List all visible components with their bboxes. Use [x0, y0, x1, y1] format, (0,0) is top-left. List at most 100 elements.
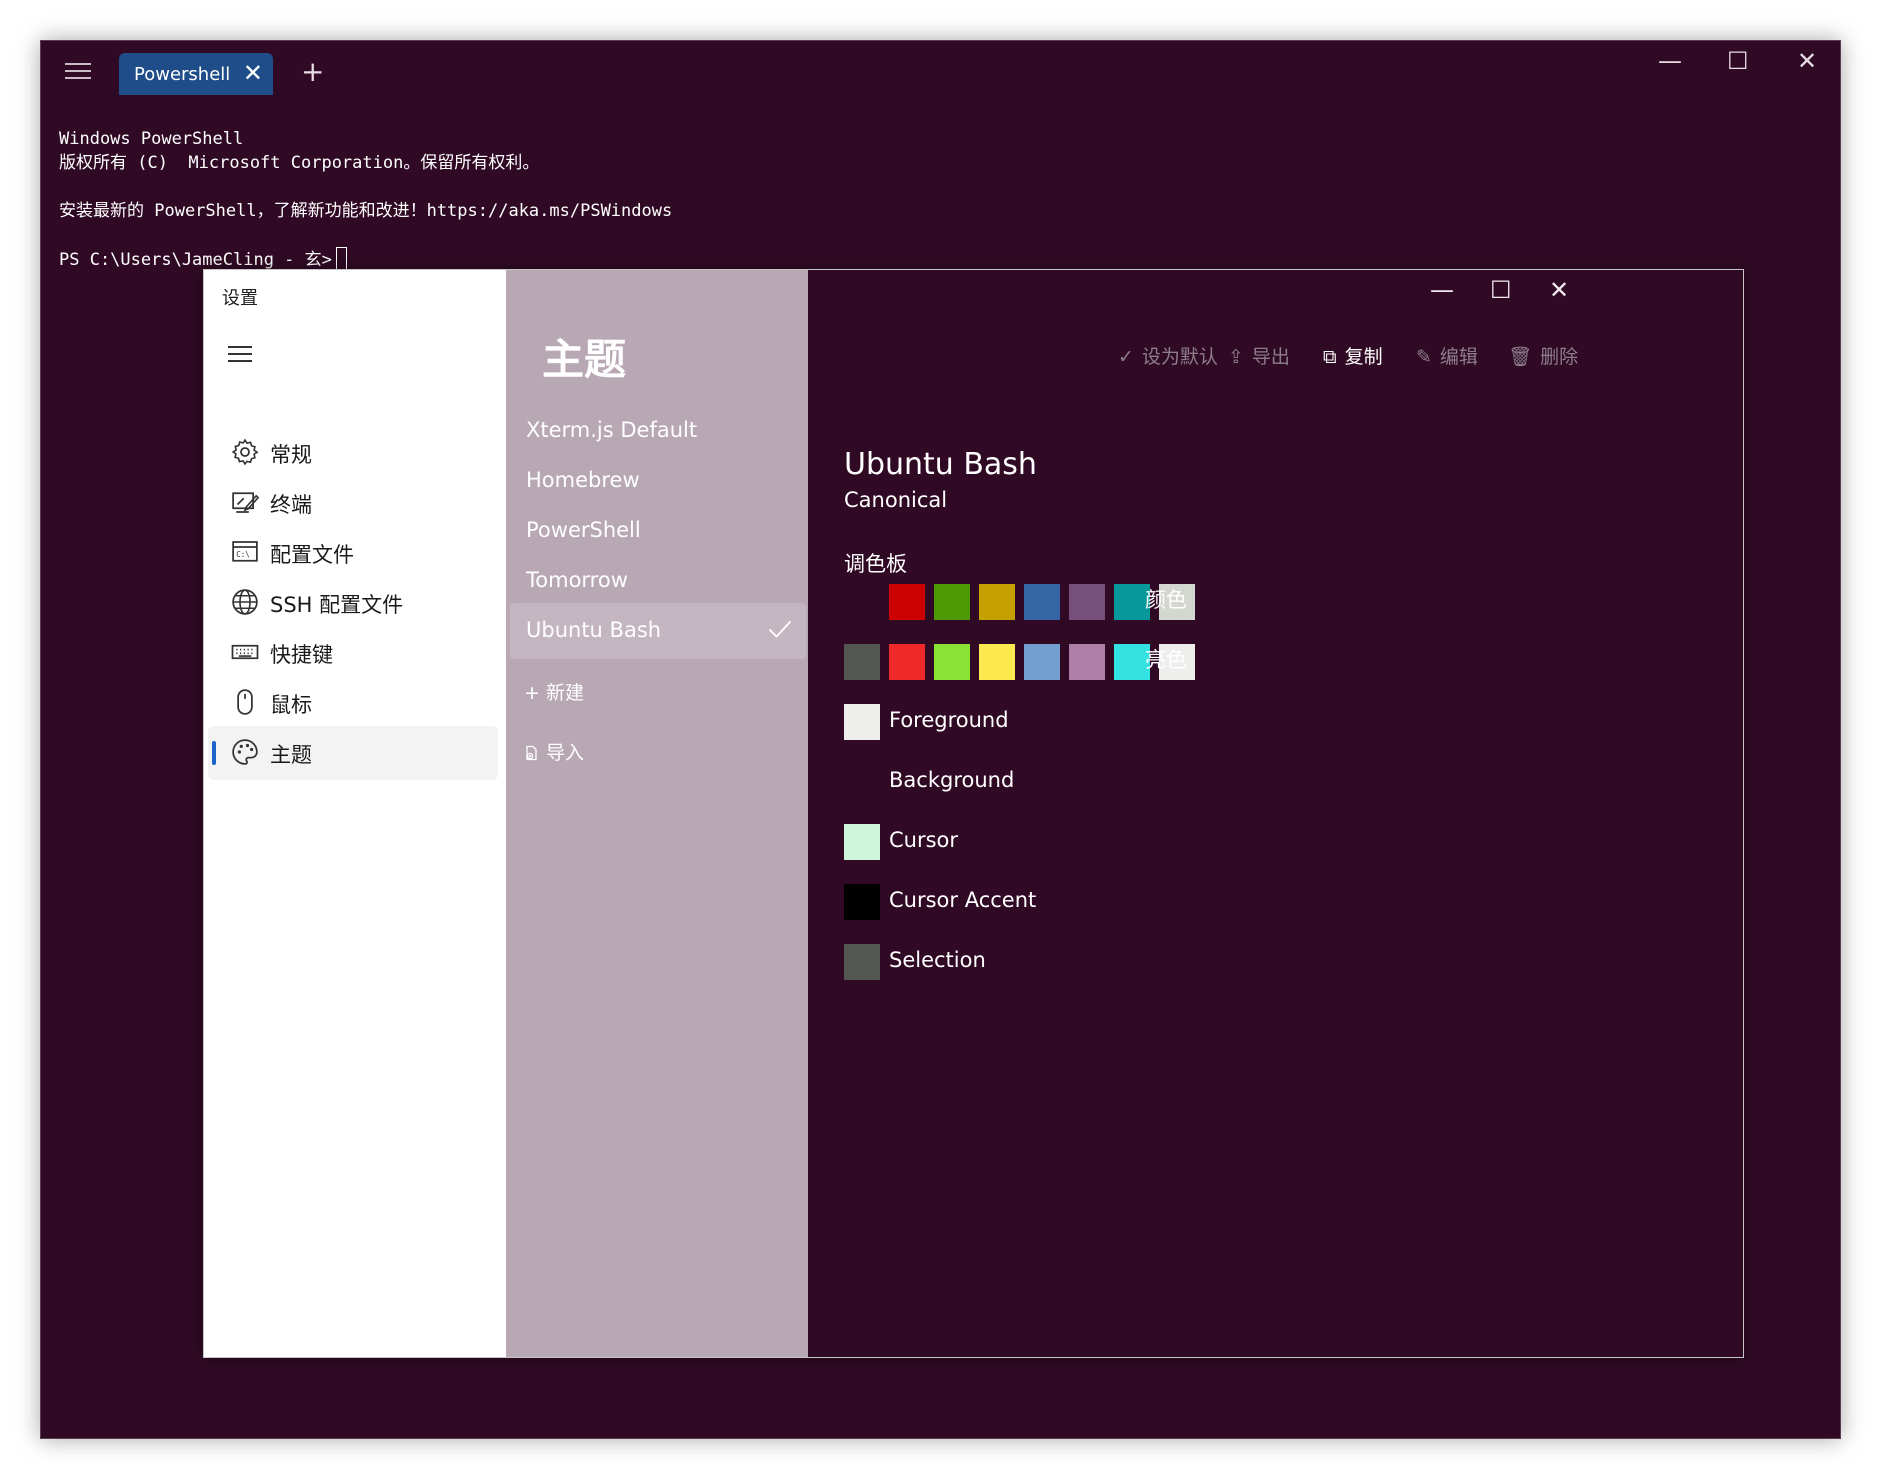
theme-item-powershell[interactable]: PowerShell	[510, 503, 806, 559]
color-swatch[interactable]	[1024, 584, 1060, 620]
theme-item-tomorrow[interactable]: Tomorrow	[510, 553, 806, 609]
theme-name: Ubuntu Bash	[844, 447, 1037, 482]
special-color-label: Cursor	[889, 828, 959, 852]
import-icon	[526, 745, 537, 761]
console-line: 安装最新的 PowerShell，了解新功能和改进！https://aka.ms…	[59, 201, 673, 221]
normal-colors-label: 颜色	[1145, 588, 1187, 612]
maximize-button[interactable]: ☐	[1727, 47, 1749, 75]
trash-icon: 🗑	[1508, 346, 1533, 368]
new-tab-button[interactable]: +	[301, 55, 324, 88]
special-color-swatch[interactable]	[844, 704, 880, 740]
edit-button[interactable]: ✎ 编辑	[1416, 342, 1478, 369]
tab-close-icon[interactable]: ✕	[243, 59, 263, 87]
export-button[interactable]: ⇪ 导出	[1228, 342, 1290, 369]
special-color-label: Selection	[889, 948, 986, 972]
tab-bar: Powershell ✕ + — ☐ ✕	[41, 41, 1840, 103]
theme-item-label: Tomorrow	[526, 568, 628, 592]
copy-button[interactable]: ⧉ 复制	[1323, 342, 1383, 369]
color-swatch[interactable]	[844, 644, 880, 680]
nav-item-themes[interactable]: 主题	[208, 726, 498, 780]
settings-maximize-button[interactable]: ☐	[1490, 276, 1512, 304]
nav-item-label: 配置文件	[270, 543, 354, 567]
nav-item-label: 鼠标	[270, 693, 312, 717]
theme-item-xterm[interactable]: Xterm.js Default	[510, 403, 806, 459]
settings-title: 设置	[222, 288, 258, 309]
nav-item-label: 常规	[270, 443, 312, 467]
special-color-swatch[interactable]	[844, 764, 880, 800]
special-color-swatch[interactable]	[844, 944, 880, 980]
theme-author: Canonical	[844, 488, 948, 512]
color-swatch[interactable]	[979, 644, 1015, 680]
console-line: ​	[59, 175, 672, 199]
set-default-label: 设为默认	[1141, 346, 1218, 368]
special-color-swatch[interactable]	[844, 884, 880, 920]
color-swatch[interactable]	[934, 644, 970, 680]
keyboard-icon	[231, 644, 259, 660]
nav-item-label: 终端	[270, 493, 312, 517]
color-swatch[interactable]	[979, 584, 1015, 620]
theme-item-label: Xterm.js Default	[526, 418, 698, 442]
console-prompt: PS C:\Users\JameCling - 玄>	[59, 250, 332, 270]
nav-item-terminal[interactable]: 终端	[208, 476, 498, 530]
new-theme-button[interactable]: + 新建	[524, 678, 584, 705]
palette-label: 调色板	[844, 552, 907, 576]
mouse-icon	[237, 689, 253, 715]
bright-colors-label: 亮色	[1145, 648, 1187, 672]
delete-button[interactable]: 🗑 删除	[1508, 342, 1578, 369]
nav-item-general[interactable]: 常规	[208, 426, 498, 480]
menu-icon[interactable]	[65, 63, 91, 81]
profile-window-icon: C:\	[232, 541, 258, 562]
theme-detail-pane: — ☐ ✕ ✓ 设为默认 ⇪ 导出 ⧉ 复制 ✎ 编辑 🗑 删除 Ubuntu Bash …	[808, 270, 1743, 1357]
check-icon: ✓	[1118, 346, 1134, 368]
text-cursor	[335, 247, 347, 270]
theme-item-label: PowerShell	[526, 518, 641, 542]
theme-item-label: Ubuntu Bash	[526, 618, 662, 642]
color-swatch[interactable]	[1024, 644, 1060, 680]
special-color-label: Cursor Accent	[889, 888, 1037, 912]
nav-item-label: 主题	[270, 743, 312, 767]
palette-icon	[232, 739, 258, 765]
minimize-button[interactable]: —	[1658, 47, 1682, 75]
svg-text:C:\: C:\	[236, 550, 250, 559]
settings-close-button[interactable]: ✕	[1549, 276, 1569, 304]
console-line: 版权所有 (C) Microsoft Corporation。保留所有权利。	[59, 153, 540, 173]
copy-label: 复制	[1344, 346, 1383, 368]
checkmark-icon	[768, 620, 792, 638]
nav-menu-icon[interactable]	[228, 346, 252, 364]
theme-item-ubuntu-bash[interactable]: Ubuntu Bash	[510, 603, 806, 659]
color-swatch[interactable]	[844, 584, 880, 620]
export-label: 导出	[1251, 346, 1290, 368]
nav-item-shortcuts[interactable]: 快捷键	[208, 626, 498, 680]
selection-indicator	[212, 741, 216, 765]
color-swatch[interactable]	[889, 584, 925, 620]
set-default-button[interactable]: ✓ 设为默认	[1118, 342, 1218, 369]
color-swatch[interactable]	[1069, 584, 1105, 620]
color-swatch[interactable]	[889, 644, 925, 680]
settings-nav: 设置 常规 终端 C:\ 配置文件 SSH 配置文件 快捷键 鼠标 主题	[204, 270, 506, 1357]
edit-label: 编辑	[1439, 346, 1478, 368]
terminal-edit-icon	[232, 492, 260, 513]
close-button[interactable]: ✕	[1797, 47, 1817, 75]
special-color-label: Background	[889, 768, 1015, 792]
settings-minimize-button[interactable]: —	[1430, 276, 1454, 304]
color-swatch[interactable]	[1069, 644, 1105, 680]
copy-icon: ⧉	[1323, 346, 1337, 368]
delete-label: 删除	[1540, 346, 1579, 368]
nav-item-ssh-profiles[interactable]: SSH 配置文件	[208, 576, 498, 630]
tab-label: Powershell	[134, 64, 231, 85]
import-theme-button[interactable]: 导入	[524, 738, 584, 765]
themes-list-pane: 主题 Xterm.js Default Homebrew PowerShell …	[506, 270, 808, 1357]
theme-item-label: Homebrew	[526, 468, 640, 492]
share-icon: ⇪	[1228, 346, 1244, 368]
console-output[interactable]: Windows PowerShell 版权所有 (C) Microsoft Cor…	[59, 127, 672, 272]
nav-item-profiles[interactable]: C:\ 配置文件	[208, 526, 498, 580]
console-line: ​	[59, 223, 672, 247]
tab-powershell[interactable]: Powershell ✕	[119, 53, 273, 95]
pencil-icon: ✎	[1416, 346, 1432, 368]
nav-item-mouse[interactable]: 鼠标	[208, 676, 498, 730]
settings-window: 设置 常规 终端 C:\ 配置文件 SSH 配置文件 快捷键 鼠标 主题 主题 …	[203, 269, 1744, 1358]
special-color-swatch[interactable]	[844, 824, 880, 860]
globe-icon	[232, 589, 258, 615]
color-swatch[interactable]	[934, 584, 970, 620]
theme-item-homebrew[interactable]: Homebrew	[510, 453, 806, 509]
